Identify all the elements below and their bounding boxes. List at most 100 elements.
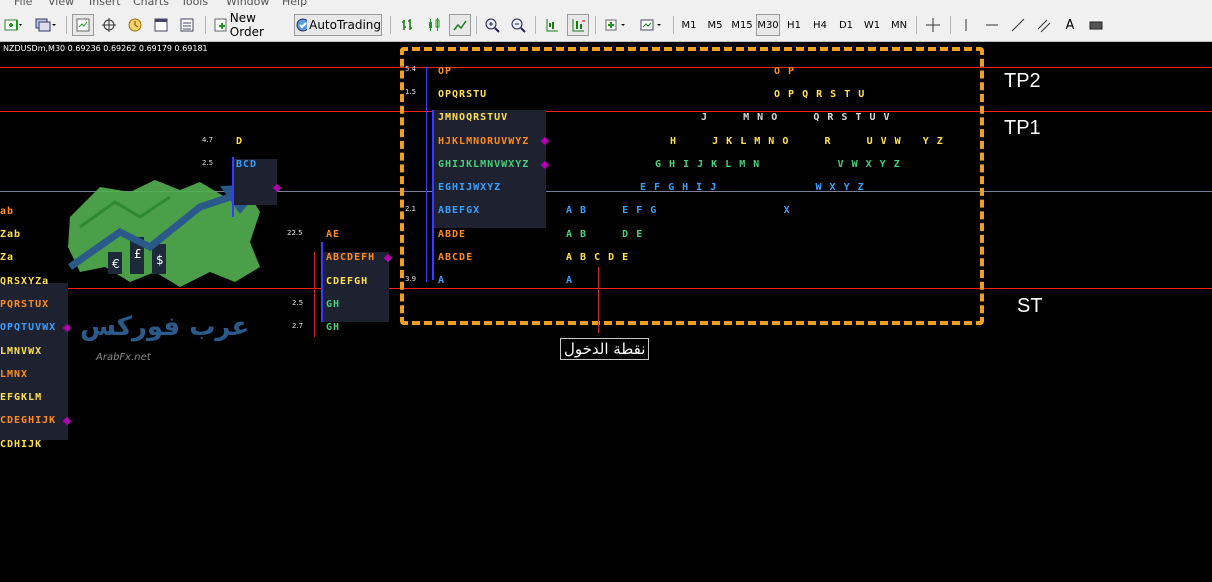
entry-pointer-line [598,267,599,333]
entry-point-label[interactable]: نقطة الدخول [560,338,650,360]
menu-insert[interactable]: Insert [89,0,121,8]
horizontal-line-icon [986,24,998,26]
channel-icon [1037,19,1051,33]
profile-wick-mid [314,252,315,337]
profile-volume-value: 2.5 [202,159,214,167]
vertical-line-button[interactable] [955,14,977,36]
profile-left-row: QRSXYZa [0,276,50,287]
tp1-label: TP1 [1004,117,1041,139]
timeframe-m1[interactable]: M1 [677,14,701,36]
menu-view[interactable]: View [48,0,74,8]
autotrading-icon [296,18,308,32]
menu-help[interactable]: Help [282,0,307,8]
menu-file[interactable]: File [14,0,32,8]
candlestick-icon [429,18,440,31]
new-order-label: New Order [229,11,264,39]
navigator-button[interactable] [98,14,120,36]
profile-left-row: Za [0,252,15,263]
text-label-button[interactable] [1085,14,1107,36]
new-order-button[interactable]: New Order [212,11,290,39]
profile-mid-top-row: BCD [236,159,258,170]
profile-mid-top-row: D [236,136,244,147]
profile-left-row: Zab [0,229,22,240]
market-watch-button[interactable] [72,14,94,36]
logo-arabic-text: عرب فوركس [80,312,250,342]
profile-left-row: EFGKLM [0,392,43,403]
profile-left-row: ab [0,206,15,217]
zoom-out-button[interactable] [507,14,529,36]
crosshair-icon [926,18,940,32]
market-watch-icon [76,18,90,32]
svg-text:€: € [112,257,120,271]
zoom-in-button[interactable] [481,14,503,36]
autoscroll-icon [572,19,585,32]
profile-mid-row: GH [326,299,341,310]
profiles-icon [35,18,56,32]
timeframe-m5[interactable]: M5 [703,14,727,36]
symbol-info: NZDUSDm,M30 0.69236 0.69262 0.69179 0.69… [3,44,208,53]
bar-chart-button[interactable] [397,14,419,36]
timeframe-d1[interactable]: D1 [834,14,858,36]
horizontal-line-button[interactable] [981,14,1003,36]
chart-area[interactable]: NZDUSDm,M30 0.69236 0.69262 0.69179 0.69… [0,42,1212,582]
bar-chart-icon [402,19,412,30]
data-window-icon [180,18,194,32]
profile-volume-value: 22.5 [287,229,303,237]
chart-shift-button[interactable] [541,14,563,36]
profile-bar-mid-top [232,157,234,217]
logo-subtitle: ArabFx.net [96,352,151,363]
timeframe-m15[interactable]: M15 [729,14,755,36]
new-chart-button[interactable] [2,14,26,36]
terminal-icon [128,18,142,32]
profile-left-row: CDEGHIJK [0,415,57,426]
crosshair-nav-icon [102,18,116,32]
trade-zone-box[interactable] [400,47,984,325]
stop-label: ST [1017,295,1043,317]
profile-mid-row: CDEFGH [326,276,369,287]
zoom-out-icon [511,18,526,33]
new-order-icon [214,18,227,32]
profile-left-row: LMNX [0,369,29,380]
trendline-button[interactable] [1007,14,1029,36]
crosshair-button[interactable] [922,14,944,36]
candlestick-button[interactable] [423,14,445,36]
profile-left-row: LMNVWX [0,346,43,357]
profile-mid-row: AE [326,229,341,240]
text-label-icon [1089,21,1103,30]
svg-text:$: $ [156,253,164,267]
timeframe-m30[interactable]: M30 [756,14,780,36]
profile-mid-row: GH [326,322,341,333]
profiles-button[interactable] [32,14,60,36]
templates-icon [640,19,661,31]
timeframe-h1[interactable]: H1 [782,14,806,36]
profile-volume-value: 4.7 [202,136,214,144]
timeframe-h4[interactable]: H4 [808,14,832,36]
autotrading-button[interactable]: AutoTrading [294,14,382,36]
svg-text:£: £ [134,247,142,261]
autoscroll-button[interactable] [567,14,589,36]
line-chart-icon [453,20,467,31]
profile-left-row: CDHIJK [0,439,43,450]
chart-shift-icon [546,19,558,32]
terminal-button[interactable] [124,14,146,36]
data-window-button[interactable] [176,14,198,36]
autotrading-label: AutoTrading [309,18,381,32]
menu-tools[interactable]: Tools [181,0,208,8]
profile-mid-row: ABCDEFH [326,252,376,263]
strategy-tester-button[interactable] [150,14,172,36]
indicators-button[interactable] [601,14,633,36]
menu-window[interactable]: Window [226,0,269,8]
toolbar: New Order AutoTrading M1 M5 M15 M30 H1 H… [0,9,1212,42]
timeframe-w1[interactable]: W1 [860,14,884,36]
text-tool-icon: A [1065,17,1075,33]
vertical-line-icon [965,19,967,31]
menu-charts[interactable]: Charts [133,0,169,8]
profile-left-row: OPQTUVWX [0,322,57,333]
profile-volume-value: 2.5 [292,299,304,307]
text-tool-button[interactable]: A [1059,14,1081,36]
line-chart-button[interactable] [449,14,471,36]
equidistant-channel-button[interactable] [1033,14,1055,36]
templates-button[interactable] [637,14,667,36]
profile-volume-value: 2.7 [292,322,304,330]
timeframe-mn[interactable]: MN [886,14,912,36]
